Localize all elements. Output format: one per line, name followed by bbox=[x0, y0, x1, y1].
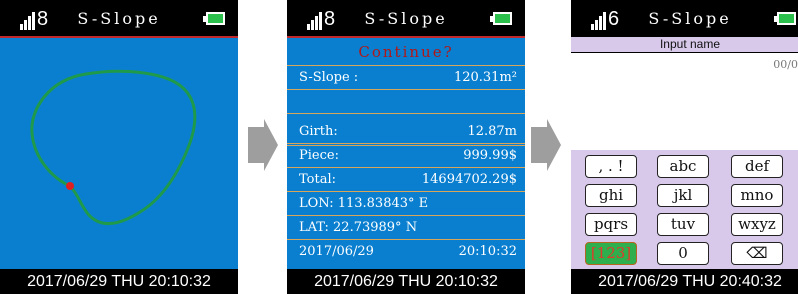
result-row-piece: Piece: 999.99$ bbox=[287, 144, 525, 168]
row-value: 12.87m bbox=[467, 124, 517, 139]
result-row-total: Total: 14694702.29$ bbox=[287, 168, 525, 192]
row-label: Total: bbox=[299, 172, 337, 187]
row-label: LON: 113.83843° E bbox=[299, 196, 429, 211]
datetime-footer: 2017/06/29 THU 20:10:32 bbox=[0, 269, 238, 294]
key-ghi[interactable]: ghi bbox=[585, 184, 637, 207]
datetime-footer: 2017/06/29 THU 20:10:32 bbox=[287, 269, 525, 294]
screen-name-input: 6 S-Slope Input name 00/04 , . ! abc def… bbox=[571, 0, 798, 294]
key-123[interactable]: [123] bbox=[585, 242, 637, 265]
result-row-datetime: 2017/06/29 20:10:32 bbox=[287, 240, 525, 264]
trace-svg bbox=[30, 69, 197, 225]
key-punct[interactable]: , . ! bbox=[585, 155, 637, 178]
result-row-lon: LON: 113.83843° E bbox=[287, 192, 525, 216]
result-row-empty bbox=[287, 90, 525, 114]
status-bar: 8 S-Slope bbox=[287, 0, 525, 36]
results-panel: Continue? S-Slope : 120.31m² Girth: 12.87m… bbox=[287, 38, 525, 269]
screen-map: 8 S-Slope 2017/06/29 THU 20:10:32 bbox=[0, 0, 238, 294]
status-bar: 6 S-Slope bbox=[571, 0, 798, 36]
row-value: 20:10:32 bbox=[458, 244, 517, 259]
app-title: S-Slope bbox=[648, 9, 732, 28]
battery-icon bbox=[490, 12, 512, 25]
arrow-right-icon bbox=[248, 119, 278, 171]
continue-prompt[interactable]: Continue? bbox=[287, 38, 525, 66]
row-value: 120.31m² bbox=[453, 70, 517, 85]
arrow-right-icon bbox=[531, 119, 561, 171]
key-0[interactable]: 0 bbox=[657, 242, 709, 265]
input-title: Input name bbox=[571, 36, 798, 53]
keypad: , . ! abc def ghi jkl mno pqrs tuv wxyz … bbox=[571, 150, 798, 269]
backspace-icon: ⌫ bbox=[746, 244, 768, 262]
row-value: 999.99$ bbox=[463, 148, 517, 163]
char-counter: 00/04 bbox=[773, 58, 798, 71]
key-abc[interactable]: abc bbox=[657, 155, 709, 178]
row-value: 14694702.29$ bbox=[421, 172, 517, 187]
key-def[interactable]: def bbox=[731, 155, 783, 178]
row-label: Girth: bbox=[299, 124, 338, 139]
map-canvas[interactable] bbox=[0, 38, 238, 269]
battery-icon bbox=[203, 12, 225, 25]
row-label: LAT: 22.73989° N bbox=[299, 220, 418, 235]
row-label: S-Slope : bbox=[299, 70, 359, 85]
start-point bbox=[66, 182, 74, 190]
name-input-field[interactable] bbox=[573, 54, 773, 144]
input-panel: Input name 00/04 bbox=[571, 36, 798, 150]
result-row-slope: S-Slope : 120.31m² bbox=[287, 66, 525, 90]
status-bar: 8 S-Slope bbox=[0, 0, 238, 36]
key-pqrs[interactable]: pqrs bbox=[585, 213, 637, 236]
backspace-key[interactable]: ⌫ bbox=[731, 242, 783, 265]
key-wxyz[interactable]: wxyz bbox=[731, 213, 783, 236]
row-label: 2017/06/29 bbox=[299, 244, 374, 259]
key-jkl[interactable]: jkl bbox=[657, 184, 709, 207]
boundary-trace bbox=[30, 69, 197, 225]
battery-icon bbox=[774, 12, 796, 25]
row-label: Piece: bbox=[299, 148, 339, 163]
key-mno[interactable]: mno bbox=[731, 184, 783, 207]
key-tuv[interactable]: tuv bbox=[657, 213, 709, 236]
result-row-girth: Girth: 12.87m bbox=[287, 120, 525, 144]
screen-results: 8 S-Slope Continue? S-Slope : 120.31m² Gi… bbox=[287, 0, 525, 294]
result-row-lat: LAT: 22.73989° N bbox=[287, 216, 525, 240]
datetime-footer: 2017/06/29 THU 20:40:32 bbox=[571, 269, 798, 294]
